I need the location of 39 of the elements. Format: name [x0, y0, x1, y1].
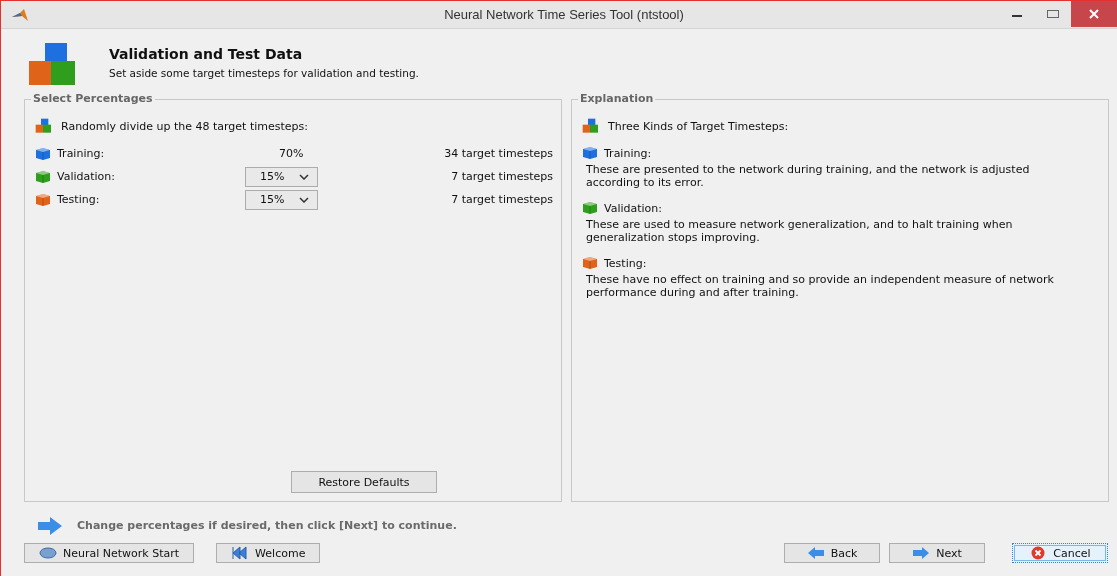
- nav-button[interactable]: Cancel: [1012, 543, 1108, 563]
- next-arrow-icon: [912, 546, 931, 560]
- section-text: These have no effect on training and so provide an independent measure of network performance during and after training.: [585, 273, 1055, 299]
- app-logo-icon: [11, 7, 29, 22]
- timestep-count: 34 target timesteps: [443, 147, 553, 160]
- percent-dropdown[interactable]: 15%: [245, 166, 318, 187]
- nav-button[interactable]: Welcome: [216, 543, 321, 563]
- arrow-icon: [37, 516, 63, 535]
- close-button[interactable]: [1071, 1, 1117, 27]
- section-heading: Validation:: [604, 201, 663, 215]
- page-subtitle: Set aside some target timesteps for validation and testing.: [109, 67, 419, 79]
- back-arrow-icon: [806, 546, 825, 560]
- panel-title: Select Percentages: [31, 92, 155, 105]
- panel-text: Randomly divide up the 48 target timesteps:: [61, 119, 308, 133]
- section-text: These are used to measure network generalization, and to halt training when generalization stops improving.: [585, 218, 1014, 244]
- restore-defaults-button[interactable]: Restore Defaults: [291, 471, 437, 493]
- window-title: Neural Network Time Series Tool (ntstool): [443, 7, 685, 22]
- row-label: Training:: [57, 147, 105, 160]
- panel-title: Explanation: [578, 92, 656, 105]
- rewind-icon: [231, 546, 250, 560]
- timestep-count: 7 target timesteps: [450, 193, 553, 206]
- maximize-icon: [1047, 9, 1059, 19]
- nav-button[interactable]: Neural Network Start: [24, 543, 195, 563]
- page-title: Validation and Test Data: [109, 46, 304, 62]
- panel-text: Three Kinds of Target Timesteps:: [608, 119, 789, 133]
- section-text: These are presented to the network during training, and the network is adjusted according to its error.: [585, 163, 1031, 189]
- chevron-icon: [299, 173, 309, 180]
- section-heading: Training:: [604, 146, 652, 160]
- row-label: Testing:: [57, 193, 100, 206]
- hint-text: Change percentages if desired, then click [Next] to continue.: [77, 519, 457, 532]
- nav-button[interactable]: Back: [784, 543, 880, 563]
- close-icon: [1089, 9, 1099, 19]
- timestep-count: 7 target timesteps: [450, 170, 553, 183]
- percent-value: 70%: [278, 147, 304, 160]
- row-label: Validation:: [57, 170, 116, 183]
- percent-dropdown[interactable]: 15%: [245, 189, 318, 210]
- nav-button[interactable]: Next: [889, 543, 985, 563]
- section-heading: Testing:: [604, 256, 647, 270]
- chevron-icon: [299, 196, 309, 203]
